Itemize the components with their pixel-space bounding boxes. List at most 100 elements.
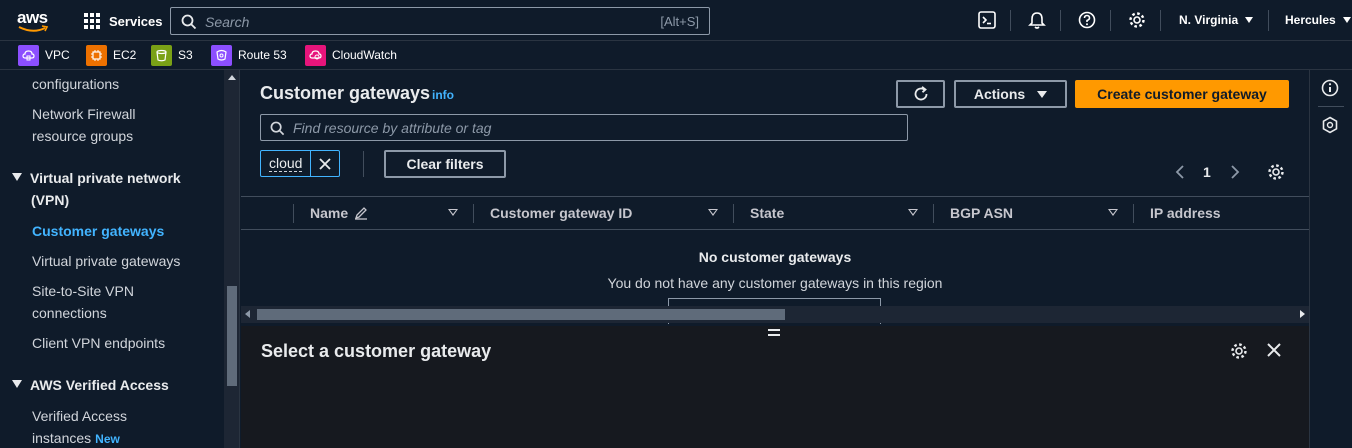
- s3-icon: [151, 44, 172, 66]
- table-preferences-gear-icon[interactable]: [1267, 163, 1285, 181]
- column-label: BGP ASN: [950, 205, 1014, 221]
- sidebar-item-label: instances: [32, 430, 92, 446]
- sidebar-section-vpn[interactable]: Virtual private network (VPN): [12, 167, 181, 211]
- sort-icon[interactable]: [448, 209, 458, 216]
- refresh-button[interactable]: [896, 80, 945, 108]
- favorite-vpc[interactable]: VPC: [18, 44, 70, 66]
- sidebar-section-label: AWS Verified Access: [30, 377, 169, 393]
- rail-divider: [1318, 106, 1344, 107]
- split-panel-settings-gear-icon[interactable]: [1230, 342, 1248, 360]
- search-placeholder: Search: [205, 14, 250, 30]
- horizontal-scrollbar[interactable]: [241, 306, 1309, 323]
- favorite-s3[interactable]: S3: [151, 44, 193, 66]
- new-badge: New: [95, 432, 120, 446]
- nav-divider: [1268, 10, 1269, 31]
- region-label: N. Virginia: [1179, 13, 1239, 27]
- settings-gear-icon[interactable]: [1128, 11, 1146, 29]
- sidebar-item-site-to-site-vpn[interactable]: Site-to-Site VPN connections: [32, 280, 134, 324]
- bell-icon[interactable]: [1028, 11, 1046, 30]
- region-selector[interactable]: N. Virginia: [1179, 13, 1254, 27]
- create-customer-gateway-button[interactable]: Create customer gateway: [1075, 80, 1289, 108]
- remove-filter-button[interactable]: [311, 151, 339, 176]
- favorite-route53[interactable]: Route 53: [211, 44, 287, 66]
- services-menu-button[interactable]: Services: [84, 12, 163, 30]
- sidebar-scrollbar[interactable]: [224, 70, 239, 448]
- help-icon[interactable]: [1078, 11, 1096, 29]
- scroll-right-arrow-icon[interactable]: [1300, 310, 1305, 318]
- actions-dropdown-button[interactable]: Actions: [954, 80, 1067, 108]
- sidebar-section-verified-access[interactable]: AWS Verified Access: [12, 374, 169, 396]
- edit-pencil-icon: [355, 207, 368, 220]
- filter-token-value[interactable]: cloud: [261, 151, 312, 176]
- sidebar-item-label: configurations: [32, 76, 120, 92]
- sidebar-item-configurations[interactable]: configurations: [32, 73, 119, 95]
- column-header-name[interactable]: Name: [310, 205, 368, 221]
- sidebar-item-virtual-private-gateways[interactable]: Virtual private gateways: [32, 250, 180, 272]
- chevron-left-icon[interactable]: [1174, 165, 1186, 179]
- sidebar-item-label: connections: [32, 305, 107, 321]
- favorite-label: EC2: [113, 48, 137, 62]
- hexagon-icon[interactable]: [1321, 116, 1339, 134]
- column-separator: [293, 204, 294, 223]
- close-icon: [319, 157, 332, 170]
- favorite-label: Route 53: [238, 48, 287, 62]
- column-header-state[interactable]: State: [750, 205, 784, 221]
- column-header-ip-address[interactable]: IP address: [1150, 205, 1221, 221]
- sidebar-item-client-vpn-endpoints[interactable]: Client VPN endpoints: [32, 332, 165, 354]
- search-icon: [270, 121, 285, 136]
- info-icon[interactable]: [1321, 79, 1339, 97]
- cloudshell-icon[interactable]: [978, 11, 996, 29]
- sort-icon[interactable]: [1108, 209, 1118, 216]
- refresh-icon: [914, 86, 927, 101]
- sidebar-item-label: Virtual private gateways: [32, 253, 181, 269]
- sort-icon[interactable]: [708, 209, 718, 216]
- split-panel-drag-handle[interactable]: [768, 329, 780, 336]
- filter-input[interactable]: Find resource by attribute or tag: [260, 114, 908, 141]
- user-label: Hercules: [1285, 13, 1336, 27]
- nav-divider: [1010, 10, 1011, 31]
- search-icon: [181, 14, 197, 30]
- nav-divider: [1060, 10, 1061, 31]
- column-label: IP address: [1150, 205, 1221, 221]
- caret-down-icon: [1037, 90, 1048, 98]
- aws-logo[interactable]: aws: [16, 8, 52, 34]
- page-title: Customer gateways: [260, 83, 431, 103]
- column-label: Name: [310, 205, 349, 221]
- services-label: Services: [109, 13, 163, 29]
- scroll-left-arrow-icon[interactable]: [245, 310, 250, 318]
- close-icon[interactable]: [1266, 342, 1282, 358]
- page-number[interactable]: 1: [1203, 164, 1211, 180]
- chevron-right-icon[interactable]: [1229, 165, 1241, 179]
- nav-divider: [1110, 10, 1111, 31]
- expand-triangle-icon: [12, 173, 22, 181]
- clear-filters-button[interactable]: Clear filters: [384, 150, 506, 178]
- scrollbar-thumb[interactable]: [227, 286, 237, 386]
- side-navigation: configurations Network Firewall resource…: [0, 70, 240, 448]
- sidebar-item-label: Verified Access: [32, 408, 127, 424]
- scrollbar-thumb[interactable]: [257, 309, 785, 320]
- global-search-input[interactable]: Search [Alt+S]: [170, 7, 710, 35]
- filter-token: cloud: [260, 150, 341, 177]
- scroll-up-arrow-icon[interactable]: [228, 75, 236, 80]
- sidebar-item-label: Client VPN endpoints: [32, 335, 166, 351]
- favorites-bar: VPC EC2 S3 Route 53 CloudWatch: [0, 41, 1352, 70]
- info-link[interactable]: info: [432, 88, 454, 102]
- sidebar-item-customer-gateways[interactable]: Customer gateways: [32, 220, 164, 242]
- table-header: Name Customer gateway ID State BGP ASN I…: [241, 196, 1309, 230]
- caret-down-icon: [1245, 17, 1254, 23]
- clear-filters-label: Clear filters: [406, 156, 484, 172]
- favorite-cloudwatch[interactable]: CloudWatch: [305, 44, 397, 66]
- expand-triangle-icon: [12, 380, 22, 388]
- filter-token-label: cloud: [269, 155, 303, 172]
- table-container: Customer gateways info Actions Create cu…: [241, 70, 1309, 326]
- column-header-bgp-asn[interactable]: BGP ASN: [950, 205, 1013, 221]
- empty-state-description: You do not have any customer gateways in…: [607, 275, 943, 291]
- sidebar-section-label: Virtual private network: [30, 170, 181, 186]
- sidebar-item-verified-access-instances[interactable]: Verified Access instances New: [32, 405, 127, 448]
- account-menu[interactable]: Hercules: [1285, 13, 1352, 27]
- column-header-customer-gateway-id[interactable]: Customer gateway ID: [490, 205, 632, 221]
- actions-label: Actions: [973, 86, 1026, 102]
- favorite-ec2[interactable]: EC2: [86, 44, 136, 66]
- sidebar-item-network-firewall-resource-groups[interactable]: Network Firewall resource groups: [32, 103, 135, 147]
- sort-icon[interactable]: [908, 209, 918, 216]
